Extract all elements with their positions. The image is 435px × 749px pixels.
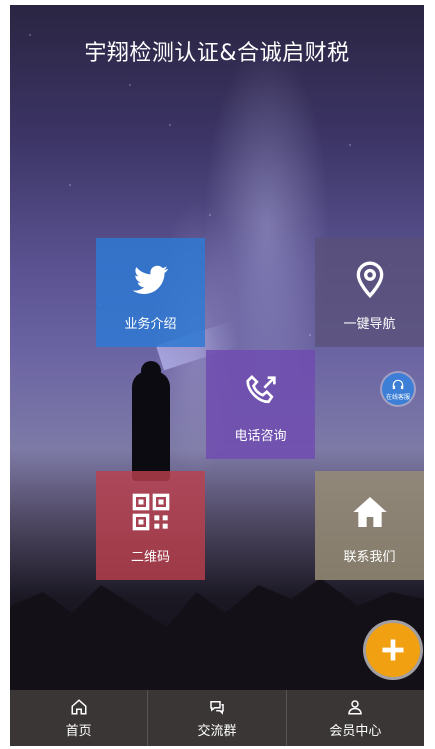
nav-item-member-center[interactable]: 会员中心 (287, 690, 424, 746)
plus-icon (382, 639, 404, 661)
tile-navigation[interactable]: 一键导航 (315, 238, 424, 347)
user-icon (348, 699, 363, 714)
app-screen: 宇翔检测认证&合诚启财税 业务介绍 一键导航 电话咨询 二维码 联系我们 在线客… (10, 5, 424, 746)
floating-add-button[interactable] (366, 623, 420, 677)
tile-business-intro[interactable]: 业务介绍 (96, 238, 205, 347)
tile-phone-consult[interactable]: 电话咨询 (206, 350, 315, 459)
phone-icon (245, 374, 276, 404)
online-service-button[interactable]: 在线客服 (382, 373, 414, 405)
online-service-label: 在线客服 (385, 393, 410, 401)
nav-item-home[interactable]: 首页 (10, 690, 149, 746)
home-icon (71, 698, 87, 714)
nav-item-chat-group[interactable]: 交流群 (148, 690, 287, 746)
nav-item-label: 会员中心 (329, 723, 382, 739)
tile-label: 二维码 (130, 550, 170, 565)
nav-item-label: 首页 (65, 723, 92, 739)
tile-label: 联系我们 (343, 550, 396, 565)
chat-icon (210, 700, 224, 715)
home-icon (352, 497, 387, 527)
bottom-navigation: 首页 交流群 会员中心 (10, 690, 424, 746)
headset-icon (392, 379, 404, 389)
tile-label: 一键导航 (343, 317, 396, 332)
tile-contact-us[interactable]: 联系我们 (315, 471, 424, 580)
page-title: 宇翔检测认证&合诚启财税 (84, 41, 350, 66)
tile-label: 电话咨询 (234, 429, 287, 444)
twitter-bird-icon (132, 265, 168, 294)
map-pin-icon (356, 261, 383, 299)
person-silhouette (132, 371, 170, 481)
tile-qr-code[interactable]: 二维码 (96, 471, 205, 580)
qr-code-icon (132, 493, 169, 531)
nav-item-label: 交流群 (197, 723, 237, 739)
tile-label: 业务介绍 (124, 317, 177, 332)
